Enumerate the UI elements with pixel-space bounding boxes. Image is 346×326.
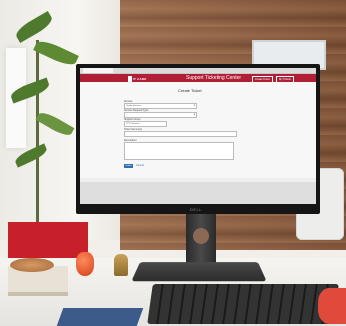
- service-value: Cradle Services: [126, 105, 142, 107]
- orange-vase: [76, 252, 94, 276]
- chevron-down-icon: ▾: [193, 113, 195, 116]
- photo-scene: DELL IT CARE Support Ticketing Center Cr…: [0, 0, 346, 326]
- keyboard: [147, 284, 339, 324]
- logo-text: IT CARE: [133, 76, 147, 81]
- blue-notebook: [56, 308, 144, 326]
- monitor-screen: IT CARE Support Ticketing Center Create …: [80, 68, 316, 204]
- woven-basket: [10, 258, 54, 272]
- site-logo[interactable]: IT CARE: [128, 75, 146, 82]
- description-textarea[interactable]: [124, 142, 234, 160]
- monitor-brand-logo: DELL: [190, 207, 203, 212]
- logo-icon: [128, 75, 132, 82]
- monitor-stand-cable-hole: [193, 228, 209, 244]
- browser-tab[interactable]: [83, 68, 113, 73]
- chevron-down-icon: ▾: [193, 104, 195, 107]
- support-group-field[interactable]: CCO Services: [124, 121, 167, 127]
- site-title: Support Ticketing Center: [186, 75, 242, 81]
- page-title: Create Ticket: [178, 88, 202, 93]
- ticket-form: Create Ticket Service Cradle Services ▾ …: [80, 82, 316, 178]
- submit-button[interactable]: Submit: [124, 164, 133, 168]
- plant-stem: [36, 40, 39, 230]
- site-footer: [80, 182, 316, 204]
- gold-statue: [114, 254, 128, 276]
- summary-input[interactable]: [124, 131, 237, 137]
- monitor-stand-base: [131, 262, 267, 282]
- support-group-value: CCO Services: [126, 123, 140, 125]
- red-mouse: [318, 288, 346, 324]
- cancel-link[interactable]: Cancel: [136, 164, 144, 168]
